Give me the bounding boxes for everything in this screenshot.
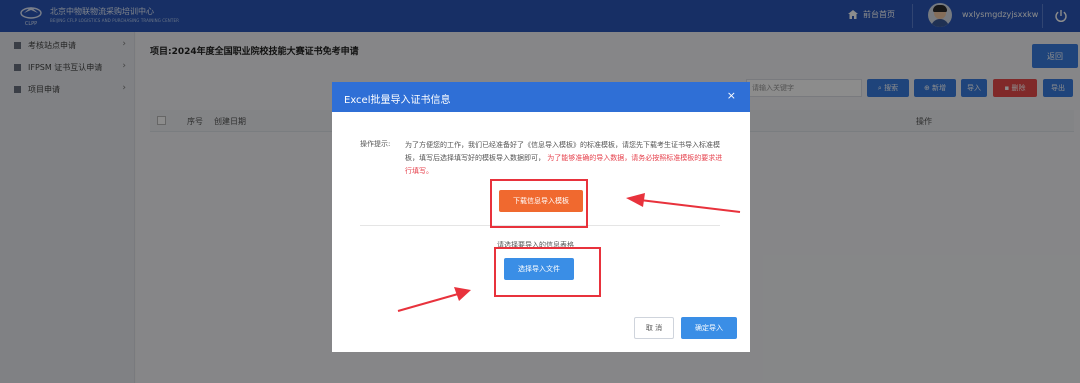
annotation-arrow-left: [397, 287, 471, 312]
annotation-arrows: [397, 193, 741, 312]
annotation-arrow-right: [626, 193, 741, 213]
